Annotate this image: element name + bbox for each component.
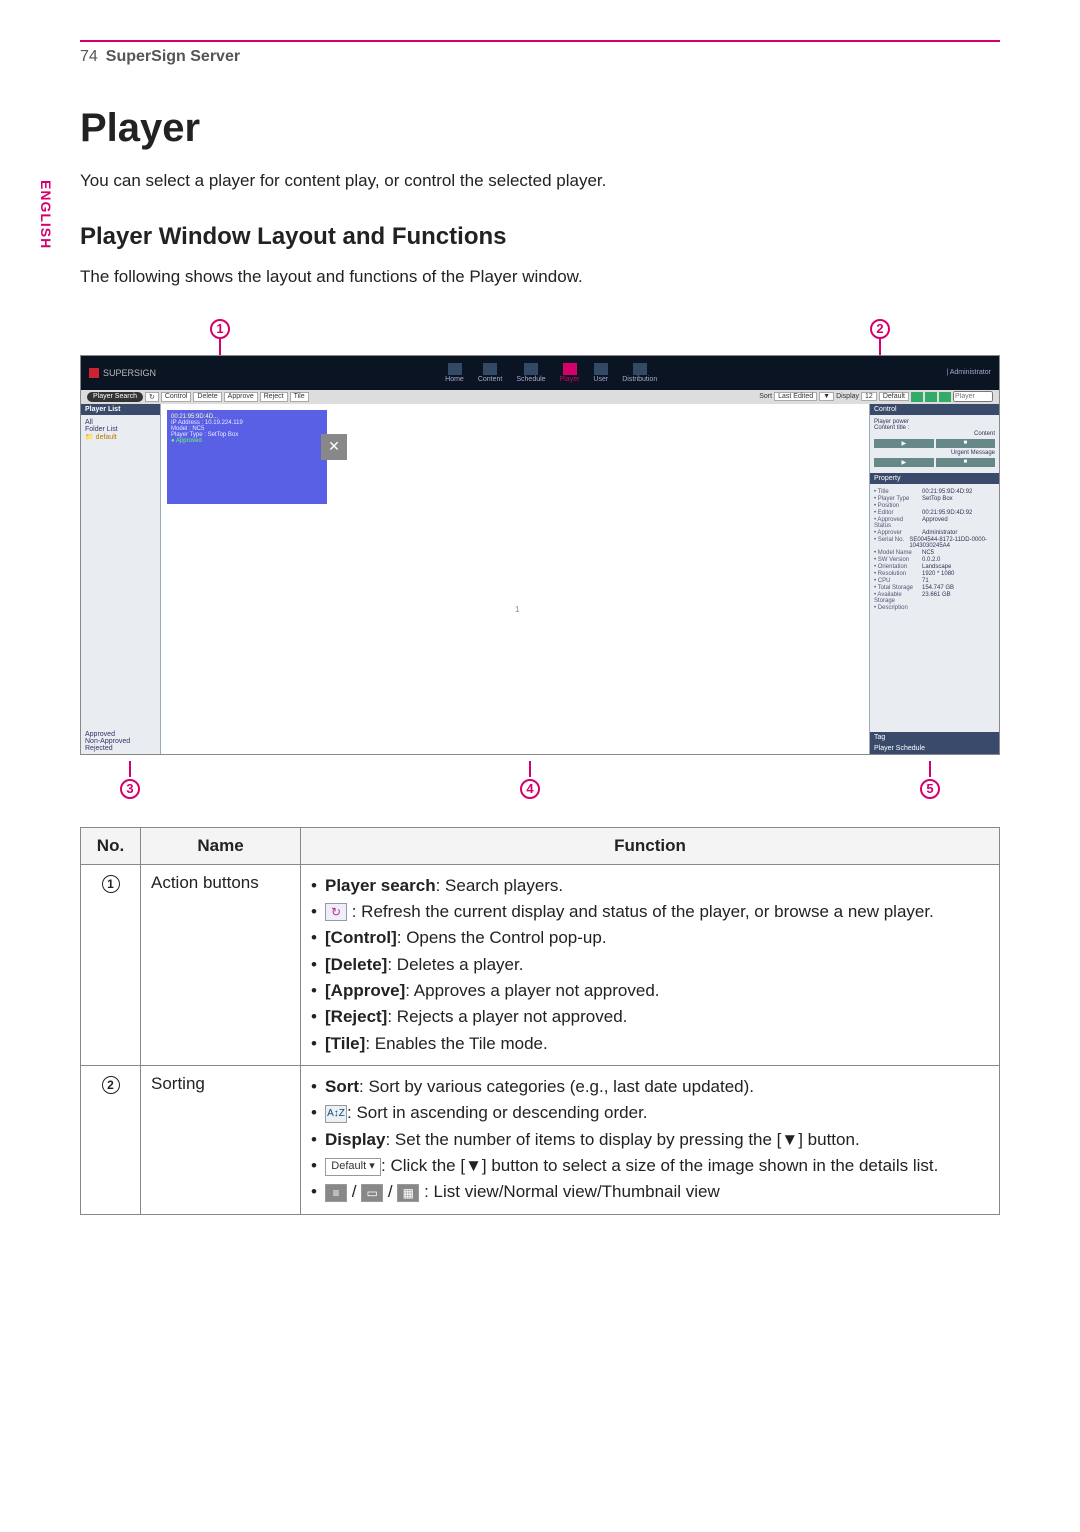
- content-stop-icon[interactable]: ■: [936, 439, 996, 448]
- player-window-screenshot: SUPERSIGN Home Content Schedule Player U…: [80, 355, 1000, 755]
- property-header: Property: [870, 473, 999, 484]
- list-view-icon[interactable]: [911, 392, 923, 402]
- section-heading: Player Window Layout and Functions: [80, 223, 1000, 251]
- callout-1: 1: [210, 319, 230, 339]
- thumbnail-placeholder: ✕: [321, 434, 347, 460]
- refresh-icon: ↻: [325, 903, 347, 921]
- function-table: No. Name Function 1Action buttonsPlayer …: [80, 827, 1000, 1215]
- normal-view-icon: ▭: [361, 1184, 383, 1202]
- reject-button[interactable]: Reject: [260, 392, 288, 402]
- nav-user[interactable]: User: [593, 363, 608, 383]
- th-no: No.: [81, 827, 141, 864]
- nav-content[interactable]: Content: [478, 363, 503, 383]
- filter-approved[interactable]: Approved: [85, 731, 156, 738]
- tag-header: Tag: [870, 732, 999, 743]
- callout-2: 2: [870, 319, 890, 339]
- player-card[interactable]: 00:21:95:9D:4D... IP Address : 10.19.224…: [167, 410, 327, 504]
- player-list-all[interactable]: All: [85, 419, 156, 426]
- sort-order-icon: A↕Z: [325, 1105, 347, 1123]
- folder-default[interactable]: 📁 default: [85, 433, 156, 441]
- content-play-icon[interactable]: ▶: [874, 439, 934, 448]
- user-label: | Administrator: [946, 369, 991, 376]
- filter-nonapproved[interactable]: Non-Approved: [85, 738, 156, 745]
- top-nav: Home Content Schedule Player User Distri…: [445, 363, 657, 383]
- sort-label: Sort: [759, 393, 772, 400]
- folder-list-label[interactable]: Folder List: [85, 426, 156, 433]
- callout-3: 3: [120, 779, 140, 799]
- schedule-header: Player Schedule: [870, 743, 999, 754]
- sort-select[interactable]: Last Edited: [774, 392, 817, 401]
- display-count[interactable]: 12: [861, 392, 877, 401]
- size-select-icon: Default ▾: [325, 1158, 381, 1176]
- language-side-tab: ENGLISH: [38, 180, 54, 249]
- nav-home[interactable]: Home: [445, 363, 464, 383]
- filter-rejected[interactable]: Rejected: [85, 745, 156, 752]
- header-title: SuperSign Server: [106, 48, 240, 66]
- intro-paragraph: You can select a player for content play…: [80, 169, 1000, 193]
- normal-view-icon[interactable]: [925, 392, 937, 402]
- msg-stop-icon[interactable]: ■: [936, 458, 996, 467]
- thumb-view-icon[interactable]: [939, 392, 951, 402]
- tile-button[interactable]: Tile: [290, 392, 309, 402]
- callout-row-top: 1 2: [80, 319, 1000, 355]
- nav-distribution[interactable]: Distribution: [622, 363, 657, 383]
- brand-logo: SUPERSIGN: [89, 368, 156, 378]
- display-label: Display: [836, 393, 859, 400]
- callout-row-bottom: 3 4 5: [80, 761, 1000, 799]
- page-title: Player: [80, 106, 1000, 151]
- player-list-header: Player List: [81, 404, 160, 415]
- search-input[interactable]: [953, 391, 993, 402]
- control-panel-header: Control: [870, 404, 999, 415]
- thumb-view-icon: ▦: [397, 1184, 419, 1202]
- approve-button[interactable]: Approve: [224, 392, 258, 402]
- list-view-icon: ≡: [325, 1184, 347, 1202]
- msg-play-icon[interactable]: ▶: [874, 458, 934, 467]
- sort-order-icon[interactable]: ▼: [819, 392, 834, 401]
- th-name: Name: [141, 827, 301, 864]
- callout-5: 5: [920, 779, 940, 799]
- nav-schedule[interactable]: Schedule: [516, 363, 545, 383]
- callout-4: 4: [520, 779, 540, 799]
- page-number: 74: [80, 48, 98, 66]
- delete-button[interactable]: Delete: [193, 392, 221, 402]
- size-select[interactable]: Default: [879, 392, 909, 401]
- control-button[interactable]: Control: [161, 392, 192, 402]
- player-search-button[interactable]: Player Search: [87, 392, 143, 402]
- refresh-icon[interactable]: ↻: [145, 392, 159, 402]
- th-function: Function: [301, 827, 1000, 864]
- section-intro: The following shows the layout and funct…: [80, 265, 1000, 289]
- nav-player[interactable]: Player: [560, 363, 580, 383]
